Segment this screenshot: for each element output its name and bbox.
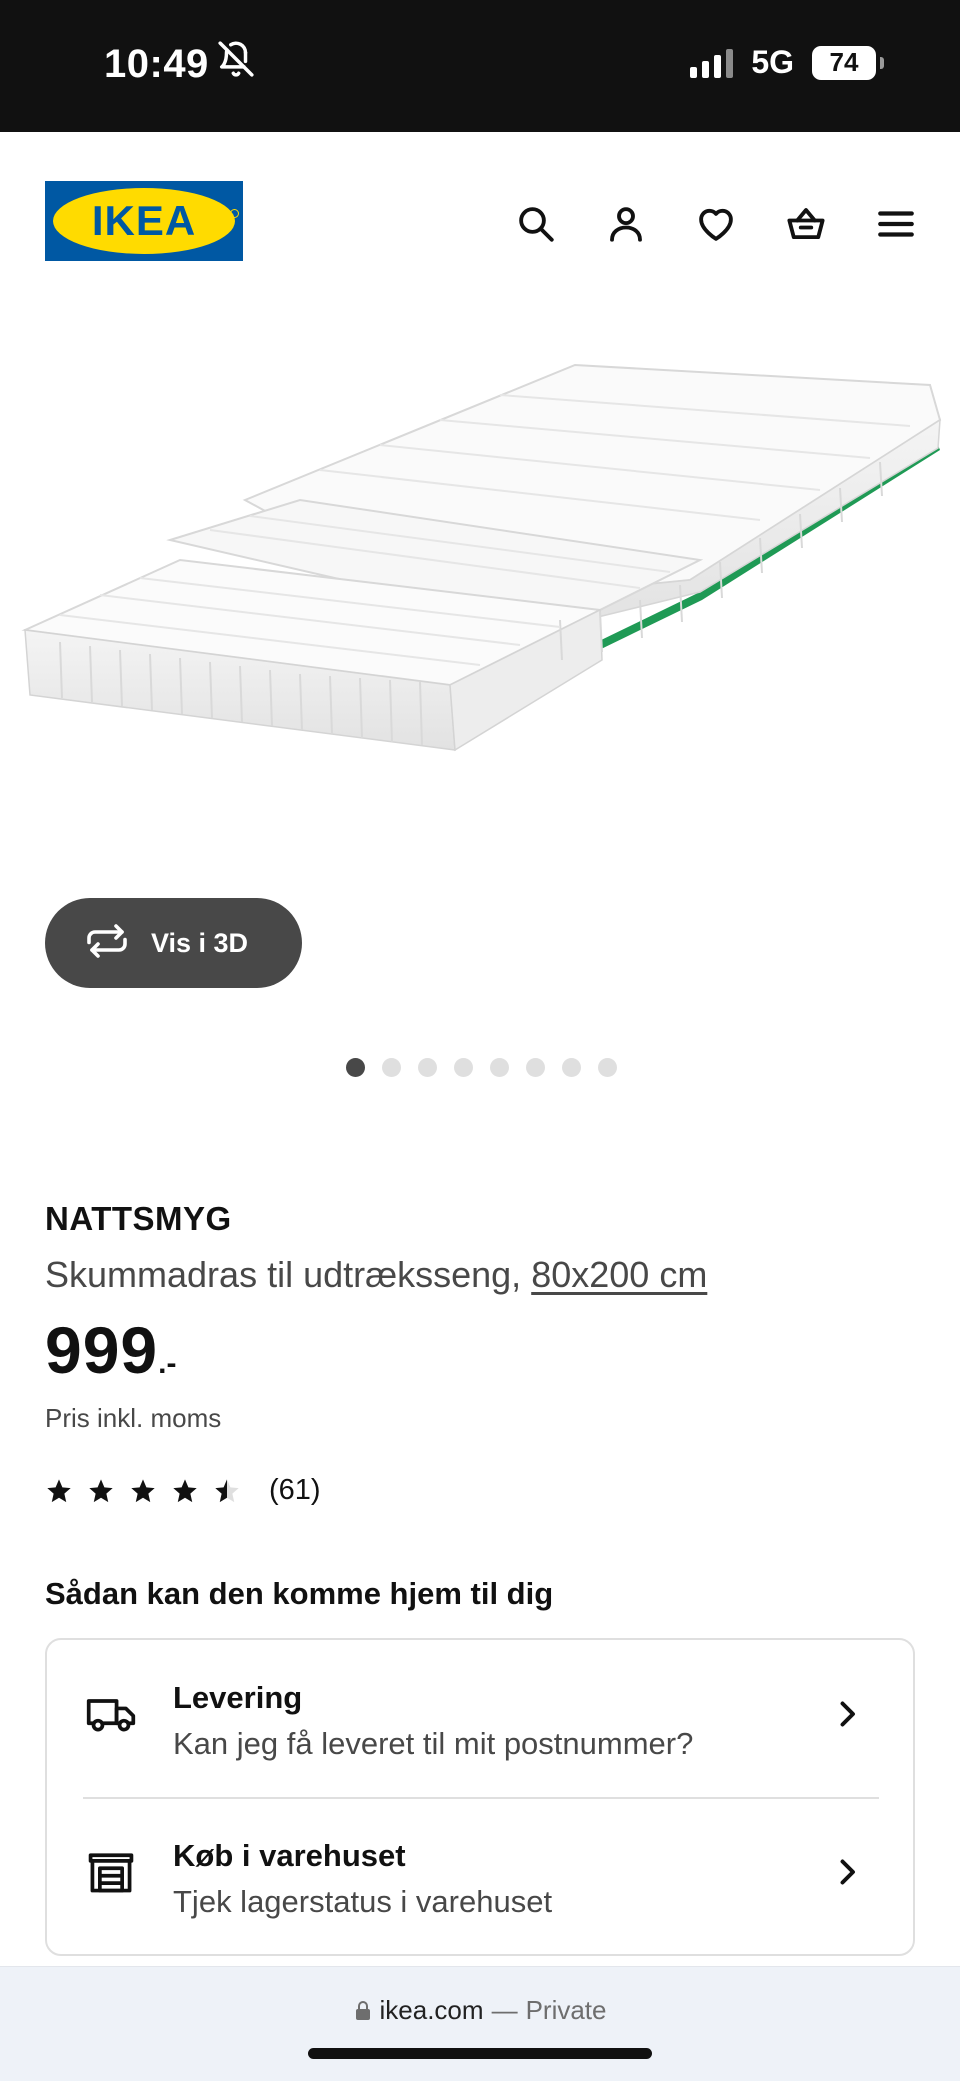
battery-level: 74 [829,47,859,77]
delivery-options-card: Levering Kan jeg få leveret til mit post… [45,1638,915,1956]
price-note: Pris inkl. moms [45,1403,222,1433]
carousel-dot[interactable] [526,1058,545,1077]
browsing-mode: Private [525,1995,607,2025]
chevron-right-icon [829,1854,865,1890]
url-domain: ikea.com [379,1995,484,2025]
product-name: NATTSMYG [45,1200,232,1237]
price-integer: 999 [45,1313,159,1387]
product-price: 999 .- [45,1312,176,1388]
rotate-3d-icon [83,923,131,964]
carousel-dot[interactable] [346,1058,365,1077]
signal-icon [690,48,734,78]
mattress-image [21,363,942,752]
search-icon[interactable] [514,202,558,246]
view-3d-button[interactable]: Vis i 3D [45,898,302,988]
product-description: Skummadras til udtræksseng, 80x200 cm [45,1254,707,1296]
carousel-dot[interactable] [490,1058,509,1077]
delivery-option-store[interactable]: Køb i varehuset Tjek lagerstatus i vareh… [47,1798,913,1948]
carousel-dot[interactable] [454,1058,473,1077]
basket-icon[interactable] [784,202,828,246]
carousel-dots [346,1058,617,1077]
lock-icon [355,2000,370,2020]
battery-icon: 74 [812,45,884,80]
rating-stars [45,1477,241,1505]
carousel-dot[interactable] [598,1058,617,1077]
carousel-dot[interactable] [562,1058,581,1077]
delivery-option-levering[interactable]: Levering Kan jeg få leveret til mit post… [47,1640,913,1790]
url-display: ikea.com — Private [0,1995,960,2026]
carousel-dot[interactable] [382,1058,401,1077]
rating-count: (61) [269,1474,321,1506]
delivery-option-title: Levering [173,1680,303,1715]
ikea-logo[interactable]: IKEA [45,181,243,261]
delivery-option-subtitle: Tjek lagerstatus i varehuset [173,1884,553,1919]
registered-mark [230,209,239,218]
site-header: IKEA [0,132,960,282]
product-type: Skummadras til udtræksseng, [45,1254,522,1295]
status-time: 10:49 [104,40,255,88]
header-actions [514,202,918,246]
carousel-dot[interactable] [418,1058,437,1077]
star-full-icon [173,1478,197,1502]
star-full-icon [47,1478,71,1502]
truck-icon [85,1688,137,1740]
delivery-section-title: Sådan kan den komme hjem til dig [45,1576,554,1611]
heart-icon[interactable] [694,202,738,246]
star-half-icon [215,1478,239,1502]
time-text: 10:49 [104,41,209,86]
product-size-link[interactable]: 80x200 cm [531,1254,707,1295]
bell-slash-icon [217,40,255,88]
account-icon[interactable] [604,202,648,246]
status-bar: 10:49 5G 74 [0,0,960,132]
status-indicators: 5G 74 [690,44,884,81]
url-separator: — [491,1995,518,2025]
product-image[interactable] [0,330,960,790]
star-full-icon [131,1478,155,1502]
logo-text: IKEA [91,197,197,244]
view-3d-label: Vis i 3D [151,927,249,958]
product-rating[interactable]: (61) [45,1474,321,1507]
delivery-option-subtitle: Kan jeg få leveret til mit postnummer? [173,1726,694,1761]
logo-oval: IKEA [53,188,235,254]
network-label: 5G [751,44,794,80]
menu-icon[interactable] [874,202,918,246]
star-full-icon [89,1478,113,1502]
delivery-option-title: Køb i varehuset [173,1838,406,1873]
store-icon [85,1846,137,1898]
chevron-right-icon [829,1696,865,1732]
home-indicator[interactable] [308,2048,652,2059]
browser-address-bar[interactable]: ikea.com — Private [0,1966,960,2081]
price-decimal: .- [158,1347,177,1380]
